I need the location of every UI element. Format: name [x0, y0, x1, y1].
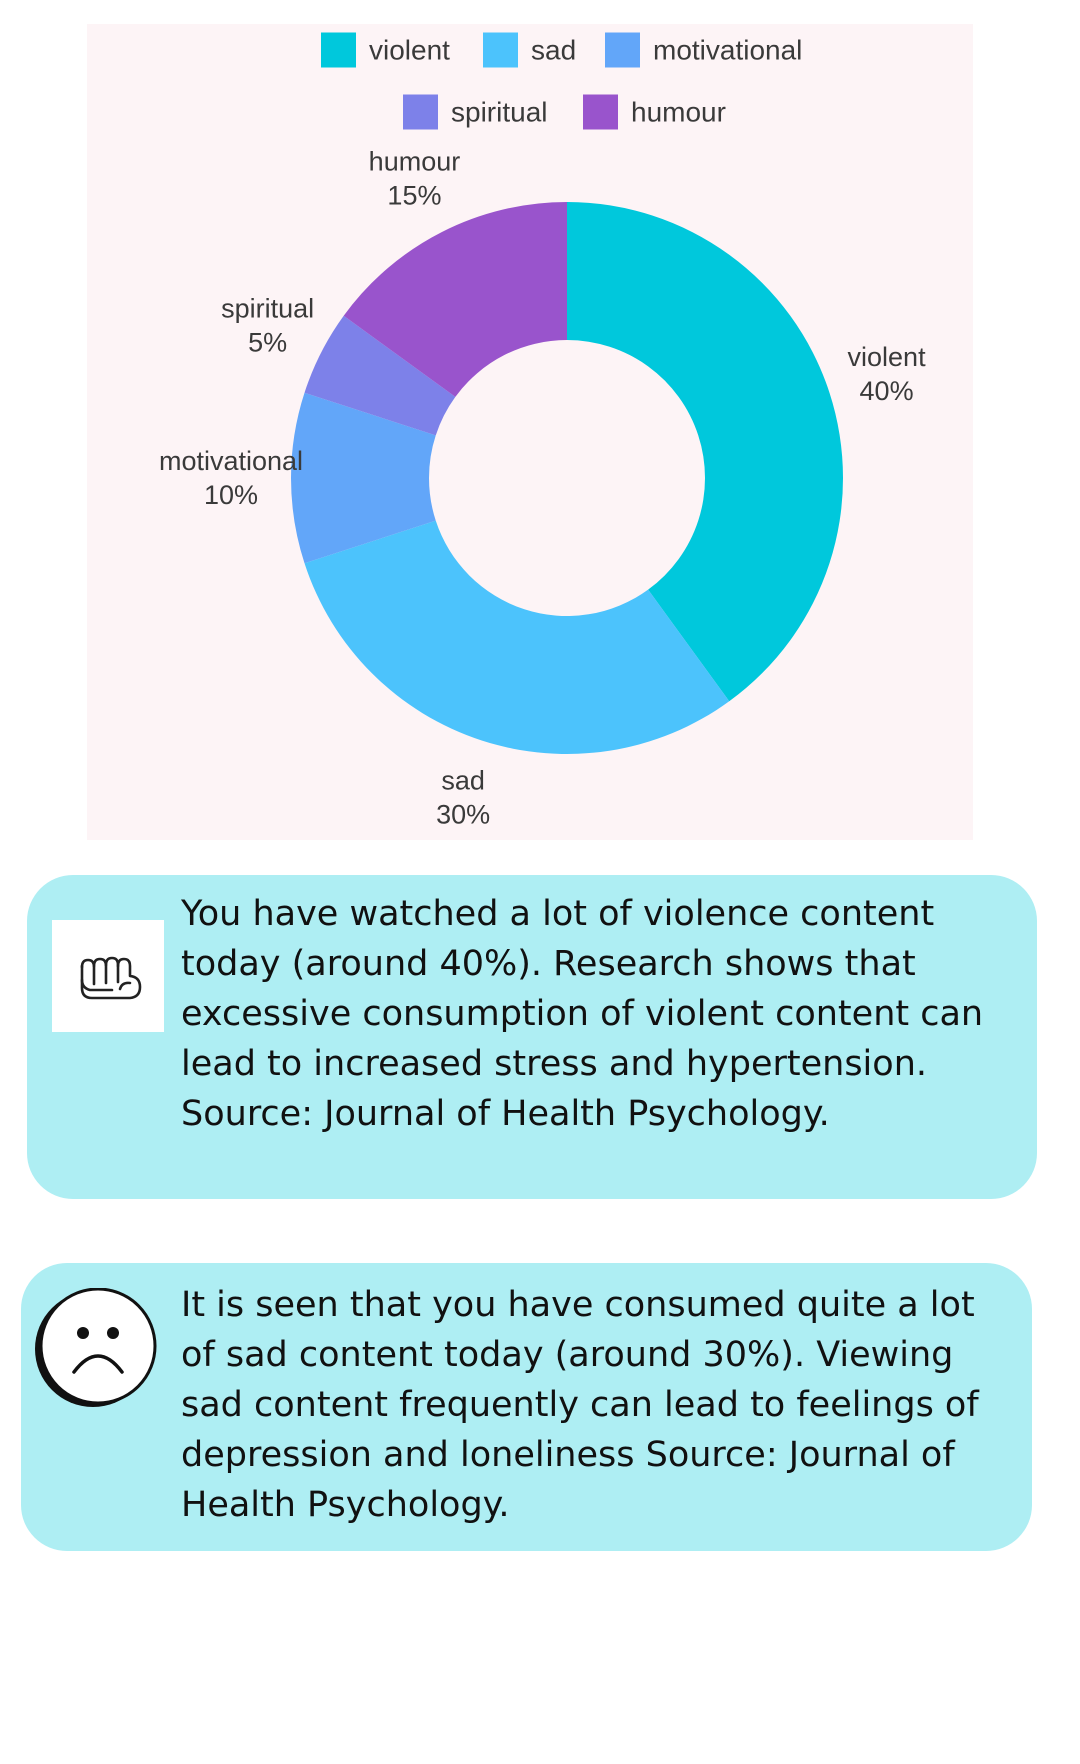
slice-value-sad: 30%: [436, 800, 490, 830]
slice-sad: [304, 520, 730, 754]
donut-chart: violent sad motivational spiritual humour vi…: [159, 32, 927, 830]
page: violent sad motivational spiritual humour vi…: [0, 0, 1080, 1764]
slice-value-humour: 15%: [387, 181, 441, 211]
legend-label-spiritual: spiritual: [451, 97, 547, 128]
slice-label-motivational: motivational: [159, 446, 303, 476]
legend-label-motivational: motivational: [653, 35, 802, 66]
chart-legend: violent sad motivational spiritual humour: [321, 32, 802, 130]
sad-content-message: It is seen that you have consumed quite …: [181, 1285, 979, 1525]
legend-label-violent: violent: [369, 35, 450, 66]
slice-value-violent: 40%: [860, 376, 914, 406]
chart-slices: [291, 202, 844, 754]
legend-swatch-sad: [483, 32, 518, 68]
slice-label-violent: violent: [848, 342, 927, 372]
sad-content-card: It is seen that you have consumed quite …: [21, 1263, 1032, 1551]
donut-chart-panel: violent sad motivational spiritual humour vi…: [87, 24, 973, 840]
legend-swatch-spiritual: [403, 94, 438, 130]
slice-value-motivational: 10%: [204, 480, 258, 510]
sad-face-icon: [35, 1288, 157, 1407]
legend-label-humour: humour: [631, 97, 726, 128]
legend-swatch-motivational: [605, 32, 640, 68]
slice-value-spiritual: 5%: [248, 327, 287, 357]
slice-label-spiritual: spiritual: [221, 293, 314, 323]
slice-label-sad: sad: [441, 766, 485, 796]
legend-label-sad: sad: [531, 35, 576, 66]
violent-content-message: You have watched a lot of violence conte…: [181, 894, 984, 1134]
legend-swatch-humour: [583, 94, 618, 130]
fist-icon: [52, 920, 164, 1032]
slice-label-humour: humour: [369, 147, 461, 177]
legend-swatch-violent: [321, 32, 356, 68]
violent-content-card: You have watched a lot of violence conte…: [27, 875, 1037, 1199]
